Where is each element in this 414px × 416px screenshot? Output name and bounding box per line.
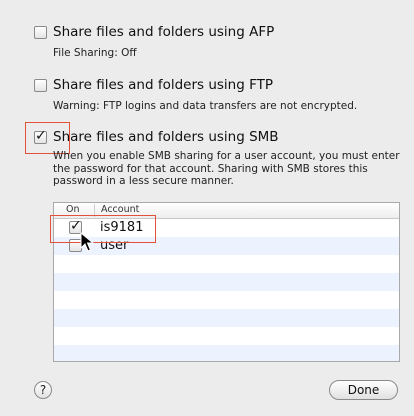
ftp-warning-text: Warning: FTP logins and data transfers a… [53, 100, 358, 112]
afp-status-text: File Sharing: Off [53, 47, 137, 59]
mouse-pointer-icon [80, 232, 94, 252]
table-row-empty [54, 255, 399, 273]
afp-label[interactable]: Share files and folders using AFP [53, 24, 274, 40]
table-row-empty [54, 291, 399, 309]
account-row-highlight [50, 215, 156, 243]
smb-sharing-sheet: Share files and folders using AFP File S… [0, 0, 414, 416]
column-header-on[interactable]: On [66, 204, 80, 215]
afp-checkbox[interactable] [34, 25, 47, 39]
table-row-empty [54, 327, 399, 345]
smb-label[interactable]: Share files and folders using SMB [53, 129, 279, 145]
help-button[interactable]: ? [34, 381, 52, 399]
ftp-checkbox[interactable] [34, 78, 47, 92]
ftp-label[interactable]: Share files and folders using FTP [53, 77, 273, 93]
smb-description-text: When you enable SMB sharing for a user a… [53, 150, 400, 187]
done-button[interactable]: Done [329, 380, 398, 400]
smb-option[interactable]: ✓ Share files and folders using SMB [34, 128, 279, 145]
afp-option[interactable]: Share files and folders using AFP [34, 24, 274, 40]
table-row-empty [54, 273, 399, 291]
table-row-empty [54, 309, 399, 327]
table-row-empty [54, 345, 399, 361]
ftp-option[interactable]: Share files and folders using FTP [34, 77, 273, 93]
